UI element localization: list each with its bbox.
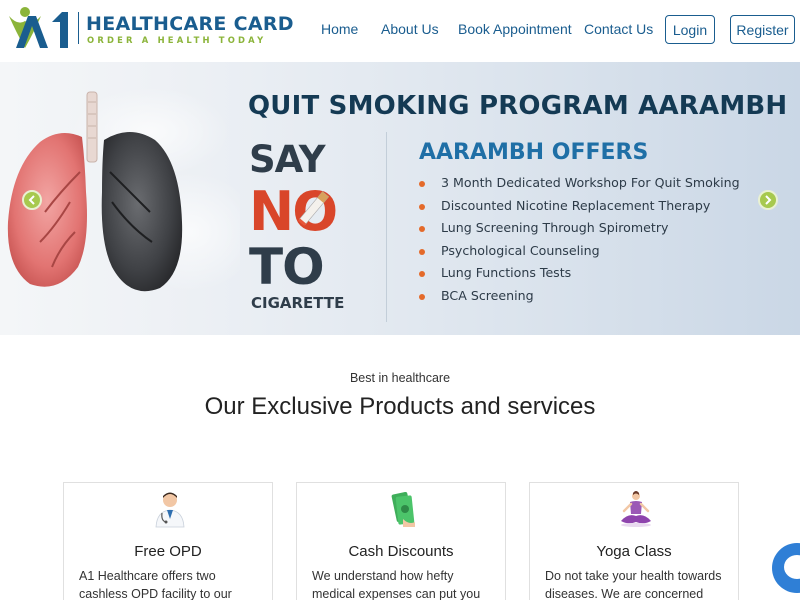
card-text: A1 Healthcare offers two cashless OPD fa… — [79, 569, 232, 600]
offer-label: 3 Month Dedicated Workshop For Quit Smok… — [441, 175, 740, 190]
hero-banner: QUIT SMOKING PROGRAM AARAMBH SAY NO TO C… — [0, 62, 800, 335]
cigarette-icon — [298, 191, 330, 226]
service-card-free-opd[interactable]: Free OPD A1 Healthcare offers two cashle… — [63, 482, 273, 600]
banner-to-text: TO — [249, 238, 325, 296]
logo-divider — [78, 12, 79, 44]
cash-icon — [391, 492, 415, 527]
site-header: HEALTHCARE CARD ORDER A HEALTH TODAY Hom… — [0, 0, 800, 62]
bullet-dot — [419, 293, 425, 300]
nav-book-appointment-link[interactable]: Book Appointment — [458, 21, 572, 37]
chevron-right-icon — [765, 195, 772, 205]
bullet-dot — [419, 271, 425, 278]
offer-item: Lung Functions Tests — [419, 265, 740, 288]
bullet-dot — [419, 248, 425, 255]
card-text: Do not take your health towards diseases… — [545, 569, 722, 600]
offer-label: Lung Screening Through Spirometry — [441, 220, 669, 236]
section-kicker: Best in healthcare — [349, 371, 451, 385]
banner-divider — [386, 132, 387, 322]
bullet-dot — [419, 181, 425, 187]
service-card-yoga-class[interactable]: Yoga Class Do not take your health towar… — [529, 482, 739, 600]
card-text: We understand how hefty medical expenses… — [312, 569, 481, 600]
carousel-next-button[interactable] — [758, 190, 778, 210]
a1-logo-icon — [9, 7, 68, 48]
site-logo[interactable]: HEALTHCARE CARD ORDER A HEALTH TODAY — [6, 4, 294, 50]
card-title: Cash Discounts — [348, 543, 454, 560]
chat-bubble-icon — [784, 555, 800, 579]
service-card-cash-discounts[interactable]: Cash Discounts We understand how hefty m… — [296, 482, 506, 600]
offer-item: BCA Screening — [419, 288, 740, 311]
login-button[interactable]: Login — [665, 15, 715, 44]
brand-title: HEALTHCARE CARD — [86, 13, 294, 35]
carousel-prev-button[interactable] — [22, 190, 42, 210]
offer-label: Discounted Nicotine Replacement Therapy — [441, 197, 711, 213]
banner-title: QUIT SMOKING PROGRAM AARAMBH — [248, 91, 788, 121]
nav-home-link[interactable]: Home — [321, 21, 358, 37]
offer-item: Discounted Nicotine Replacement Therapy — [419, 198, 740, 221]
card-title: Free OPD — [134, 543, 202, 560]
offer-item: 3 Month Dedicated Workshop For Quit Smok… — [419, 175, 740, 198]
offer-label: BCA Screening — [441, 287, 534, 303]
yoga-icon — [621, 491, 651, 527]
bullet-dot — [419, 203, 425, 210]
card-title: Yoga Class — [596, 543, 672, 560]
offers-title: AARAMBH OFFERS — [419, 140, 649, 165]
offer-label: Psychological Counseling — [441, 242, 600, 258]
banner-cigarette-text: CIGARETTE — [251, 294, 345, 312]
offer-item: Psychological Counseling — [419, 243, 740, 266]
register-button[interactable]: Register — [730, 15, 795, 44]
offer-item: Lung Screening Through Spirometry — [419, 220, 740, 243]
brand-tagline: ORDER A HEALTH TODAY — [87, 35, 267, 45]
doctor-icon — [155, 492, 185, 528]
offer-label: Lung Functions Tests — [441, 265, 572, 281]
nav-about-link[interactable]: About Us — [381, 21, 439, 37]
chevron-left-icon — [28, 195, 35, 205]
nav-contact-link[interactable]: Contact Us — [584, 21, 653, 37]
chat-widget-button[interactable] — [772, 543, 800, 593]
banner-say-text: SAY — [249, 138, 326, 181]
section-title: Our Exclusive Products and services — [204, 393, 596, 420]
offers-list: 3 Month Dedicated Workshop For Quit Smok… — [419, 175, 740, 311]
bullet-dot — [419, 226, 425, 233]
